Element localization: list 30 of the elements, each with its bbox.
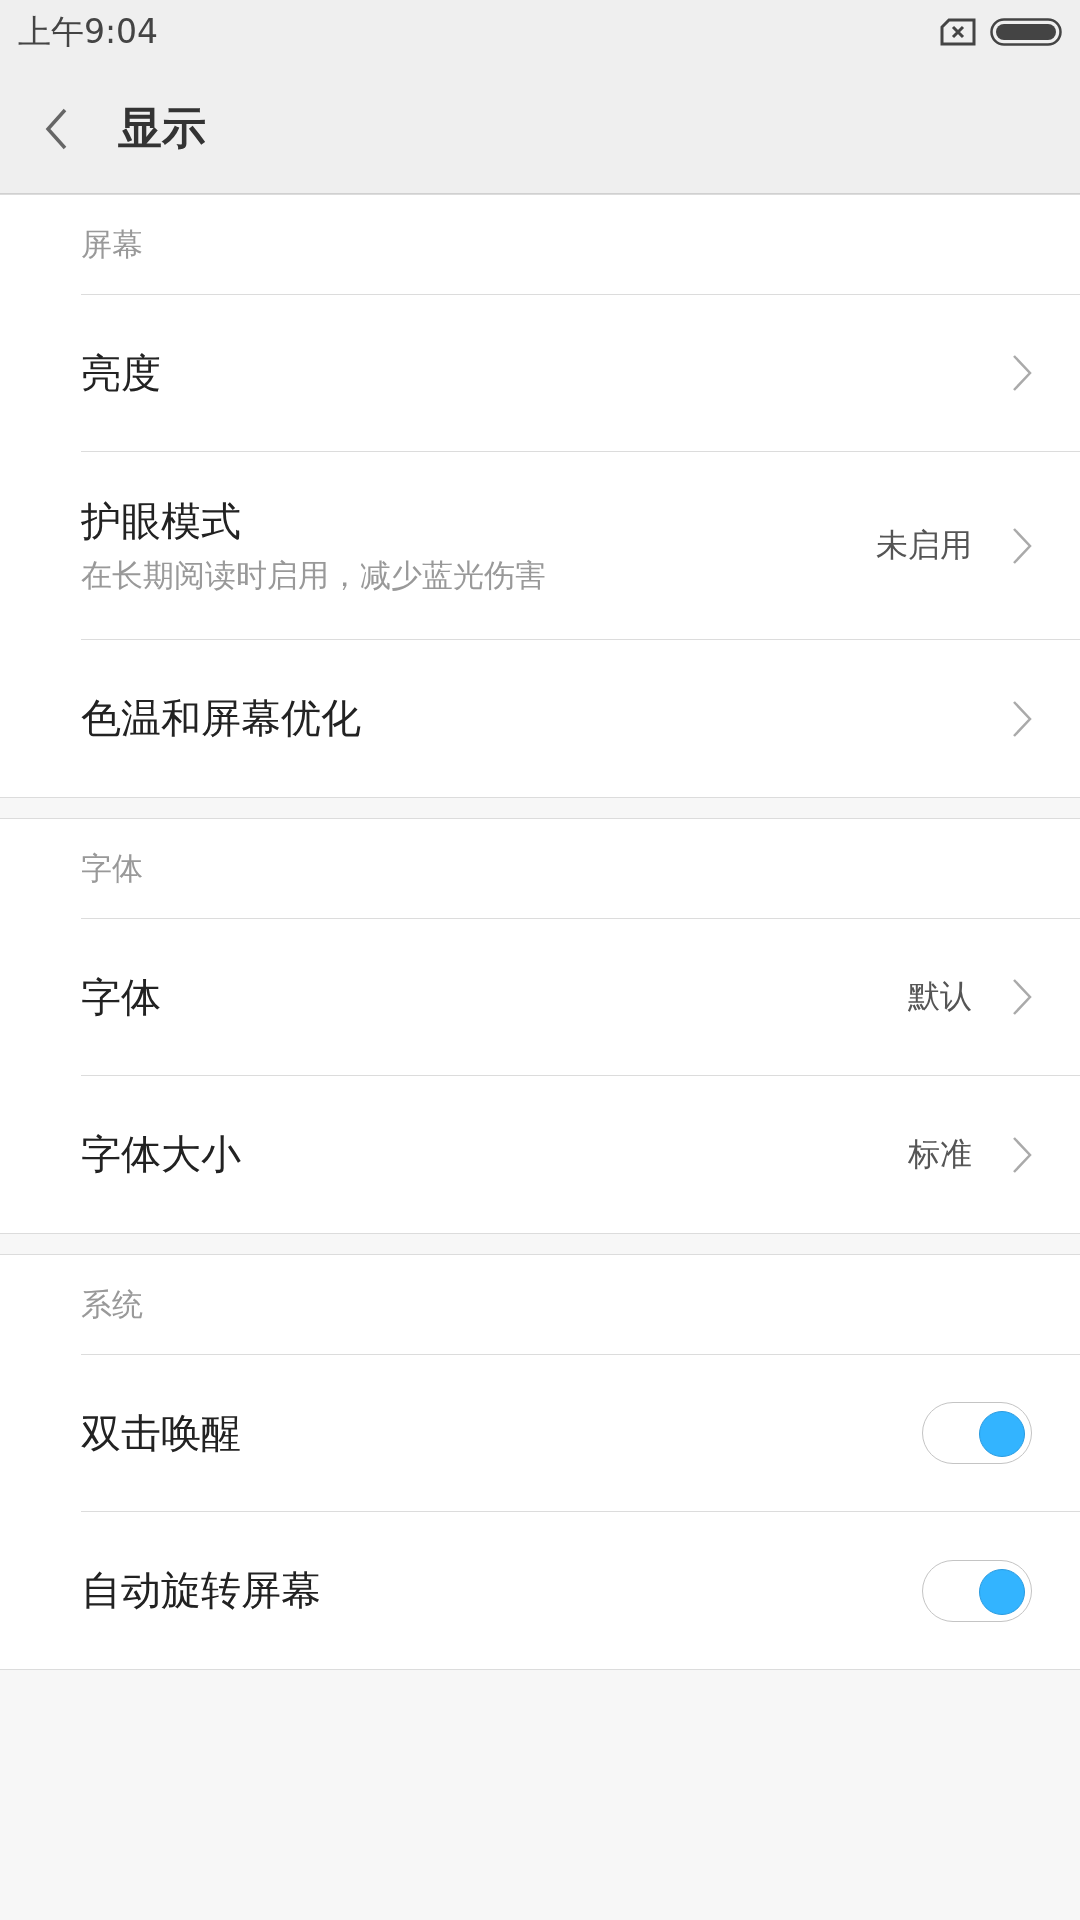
row-value: 标准 (908, 1133, 972, 1175)
no-sim-icon (940, 18, 976, 46)
settings-row[interactable]: 字体大小 标准 (81, 1076, 1080, 1233)
page-title: 显示 (118, 101, 206, 155)
settings-row[interactable]: 亮度 (81, 295, 1080, 452)
section-header: 屏幕 (81, 224, 143, 264)
row-value: 未启用 (876, 524, 972, 566)
row-label: 护眼模式 (81, 497, 242, 546)
section-header: 系统 (81, 1284, 143, 1324)
battery-icon (990, 18, 1062, 46)
chevron-icon (1012, 526, 1032, 565)
row-label: 亮度 (81, 348, 162, 398)
settings-row[interactable]: 色温和屏幕优化 (81, 640, 1080, 797)
row-value: 默认 (908, 976, 972, 1017)
row-label: 色温和屏幕优化 (81, 694, 362, 743)
settings-row[interactable]: 字体 默认 (81, 919, 1080, 1076)
status-time: 上午9:04 (18, 10, 160, 53)
settings-row[interactable]: 双击唤醒 (81, 1355, 1080, 1512)
row-label: 自动旋转屏幕 (81, 1566, 322, 1615)
row-description: 在长期阅读时启用，减少蓝光伤害 (81, 556, 547, 595)
row-label: 字体 (81, 972, 162, 1022)
settings-row[interactable]: 自动旋转屏幕 (81, 1512, 1080, 1669)
chevron-icon (1012, 1135, 1032, 1174)
chevron-icon (1012, 699, 1032, 738)
row-label: 字体大小 (81, 1130, 242, 1179)
row-label: 双击唤醒 (81, 1408, 242, 1458)
section-header: 字体 (81, 848, 143, 888)
chevron-icon (1012, 354, 1032, 392)
chevron-icon (1012, 978, 1032, 1016)
settings-row[interactable]: 护眼模式 在长期阅读时启用，减少蓝光伤害 未启用 (81, 452, 1080, 640)
